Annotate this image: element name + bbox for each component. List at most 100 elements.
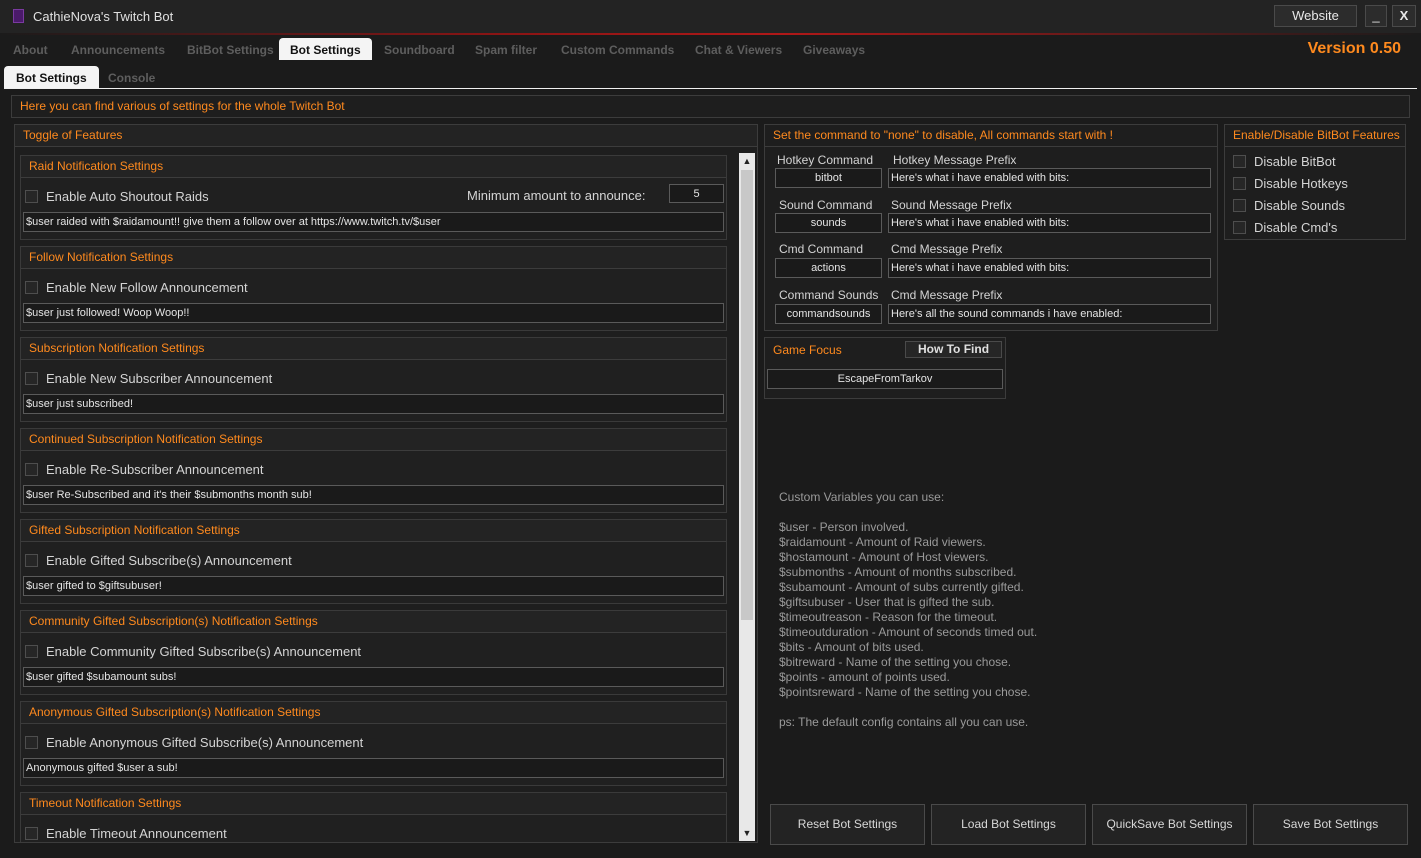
checkbox[interactable] <box>25 826 38 840</box>
checkbox[interactable] <box>1233 176 1246 190</box>
raid-message-input[interactable]: $user raided with $raidamount!! give the… <box>23 212 724 232</box>
close-button[interactable]: X <box>1392 5 1416 27</box>
group-title: Timeout Notification Settings <box>21 793 726 815</box>
follow-settings-group: Follow Notification Settings Enable New … <box>20 246 727 331</box>
cmd-prefix-label: Cmd Message Prefix <box>891 242 1003 256</box>
tab-bot-settings[interactable]: Bot Settings <box>279 38 372 60</box>
min-amount-input[interactable]: 5 <box>669 184 724 203</box>
checkbox-label: Disable Sounds <box>1254 198 1346 213</box>
tab-spam-filter[interactable]: Spam filter <box>475 40 537 60</box>
commands-panel: Set the command to "none" to disable, Al… <box>764 124 1218 331</box>
tab-about[interactable]: About <box>13 40 48 60</box>
checkbox[interactable] <box>25 371 38 385</box>
subtab-console[interactable]: Console <box>108 68 155 88</box>
cmd-command-input[interactable]: actions <box>775 258 882 278</box>
resub-message-input[interactable]: $user Re-Subscribed and it's their $subm… <box>23 485 724 505</box>
checkbox-label: Enable Gifted Subscribe(s) Announcement <box>46 553 292 568</box>
game-focus-input[interactable]: EscapeFromTarkov <box>767 369 1003 389</box>
checkbox-label: Enable Re-Subscriber Announcement <box>46 462 264 477</box>
tab-announcements[interactable]: Announcements <box>71 40 165 60</box>
scrollbar[interactable]: ▲ ▼ <box>739 153 755 841</box>
timeout-announcement-option[interactable]: Enable Timeout Announcement <box>25 826 227 841</box>
subtab-bot-settings[interactable]: Bot Settings <box>4 66 99 88</box>
checkbox-label: Enable Community Gifted Subscribe(s) Ann… <box>46 644 362 659</box>
gifted-announcement-option[interactable]: Enable Gifted Subscribe(s) Announcement <box>25 553 292 568</box>
tab-soundboard[interactable]: Soundboard <box>384 40 455 60</box>
app-icon <box>13 9 24 23</box>
bitbot-features-title: Enable/Disable BitBot Features <box>1225 125 1405 147</box>
subscription-message-input[interactable]: $user just subscribed! <box>23 394 724 414</box>
follow-message-input[interactable]: $user just followed! Woop Woop!! <box>23 303 724 323</box>
disable-hotkeys-option[interactable]: Disable Hotkeys <box>1233 176 1348 191</box>
tab-custom-commands[interactable]: Custom Commands <box>561 40 674 60</box>
website-button[interactable]: Website <box>1274 5 1357 27</box>
features-title: Toggle of Features <box>15 125 757 147</box>
cmd-prefix-input[interactable]: Here's what i have enabled with bits: <box>888 258 1211 278</box>
command-sounds-prefix-label: Cmd Message Prefix <box>891 288 1003 302</box>
sound-command-input[interactable]: sounds <box>775 213 882 233</box>
community-gifted-message-input[interactable]: $user gifted $subamount subs! <box>23 667 724 687</box>
version-label: Version 0.50 <box>1307 40 1401 57</box>
sound-prefix-input[interactable]: Here's what i have enabled with bits: <box>888 213 1211 233</box>
tab-giveaways[interactable]: Giveaways <box>803 40 865 60</box>
commands-title: Set the command to "none" to disable, Al… <box>765 125 1217 147</box>
sound-prefix-label: Sound Message Prefix <box>891 198 1012 212</box>
title-bar <box>0 0 1421 35</box>
tab-chat-viewers[interactable]: Chat & Viewers <box>695 40 782 60</box>
checkbox[interactable] <box>1233 154 1246 168</box>
resub-announcement-option[interactable]: Enable Re-Subscriber Announcement <box>25 462 264 477</box>
group-title: Anonymous Gifted Subscription(s) Notific… <box>21 702 726 724</box>
checkbox[interactable] <box>25 553 38 567</box>
command-sounds-label: Command Sounds <box>779 288 879 302</box>
cmd-command-label: Cmd Command <box>779 242 864 256</box>
gifted-message-input[interactable]: $user gifted to $giftsubuser! <box>23 576 724 596</box>
scrollbar-thumb[interactable] <box>741 170 753 620</box>
hotkey-command-input[interactable]: bitbot <box>775 168 882 188</box>
save-bot-settings-button[interactable]: Save Bot Settings <box>1253 804 1408 845</box>
reset-bot-settings-button[interactable]: Reset Bot Settings <box>770 804 925 845</box>
checkbox[interactable] <box>25 735 38 749</box>
checkbox-label: Disable Hotkeys <box>1254 176 1348 191</box>
checkbox-label: Enable Anonymous Gifted Subscribe(s) Ann… <box>46 735 364 750</box>
info-text: Here you can find various of settings fo… <box>20 99 345 113</box>
raid-settings-group: Raid Notification Settings Enable Auto S… <box>20 155 727 240</box>
disable-cmds-option[interactable]: Disable Cmd's <box>1233 220 1337 235</box>
checkbox[interactable] <box>25 644 38 658</box>
checkbox[interactable] <box>1233 220 1246 234</box>
command-sounds-prefix-input[interactable]: Here's all the sound commands i have ena… <box>888 304 1211 324</box>
minimize-button[interactable]: _ <box>1365 5 1387 27</box>
min-amount-label: Minimum amount to announce: <box>467 188 646 203</box>
anonymous-gifted-settings-group: Anonymous Gifted Subscription(s) Notific… <box>20 701 727 786</box>
checkbox[interactable] <box>25 189 38 203</box>
group-title: Community Gifted Subscription(s) Notific… <box>21 611 726 633</box>
anonymous-gifted-option[interactable]: Enable Anonymous Gifted Subscribe(s) Ann… <box>25 735 363 750</box>
command-sounds-input[interactable]: commandsounds <box>775 304 882 324</box>
how-to-find-button[interactable]: How To Find <box>905 341 1002 358</box>
subtab-underline <box>4 88 1417 89</box>
game-focus-title: Game Focus <box>773 343 842 357</box>
group-title: Gifted Subscription Notification Setting… <box>21 520 726 542</box>
checkbox[interactable] <box>25 462 38 476</box>
disable-bitbot-option[interactable]: Disable BitBot <box>1233 154 1336 169</box>
community-gifted-option[interactable]: Enable Community Gifted Subscribe(s) Ann… <box>25 644 361 659</box>
checkbox[interactable] <box>25 280 38 294</box>
checkbox-label: Enable Auto Shoutout Raids <box>46 189 209 204</box>
community-gifted-settings-group: Community Gifted Subscription(s) Notific… <box>20 610 727 695</box>
hotkey-prefix-input[interactable]: Here's what i have enabled with bits: <box>888 168 1211 188</box>
follow-announcement-option[interactable]: Enable New Follow Announcement <box>25 280 248 295</box>
tab-bitbot-settings[interactable]: BitBot Settings <box>187 40 274 60</box>
raid-shoutout-option[interactable]: Enable Auto Shoutout Raids <box>25 189 209 204</box>
hotkey-prefix-label: Hotkey Message Prefix <box>893 153 1017 167</box>
scroll-down-icon[interactable]: ▼ <box>739 825 755 841</box>
subscriber-announcement-option[interactable]: Enable New Subscriber Announcement <box>25 371 272 386</box>
disable-sounds-option[interactable]: Disable Sounds <box>1233 198 1345 213</box>
group-title: Subscription Notification Settings <box>21 338 726 360</box>
group-title: Follow Notification Settings <box>21 247 726 269</box>
scroll-up-icon[interactable]: ▲ <box>739 153 755 169</box>
quicksave-bot-settings-button[interactable]: QuickSave Bot Settings <box>1092 804 1247 845</box>
checkbox[interactable] <box>1233 198 1246 212</box>
resub-settings-group: Continued Subscription Notification Sett… <box>20 428 727 513</box>
load-bot-settings-button[interactable]: Load Bot Settings <box>931 804 1086 845</box>
anonymous-gifted-message-input[interactable]: Anonymous gifted $user a sub! <box>23 758 724 778</box>
gifted-settings-group: Gifted Subscription Notification Setting… <box>20 519 727 604</box>
